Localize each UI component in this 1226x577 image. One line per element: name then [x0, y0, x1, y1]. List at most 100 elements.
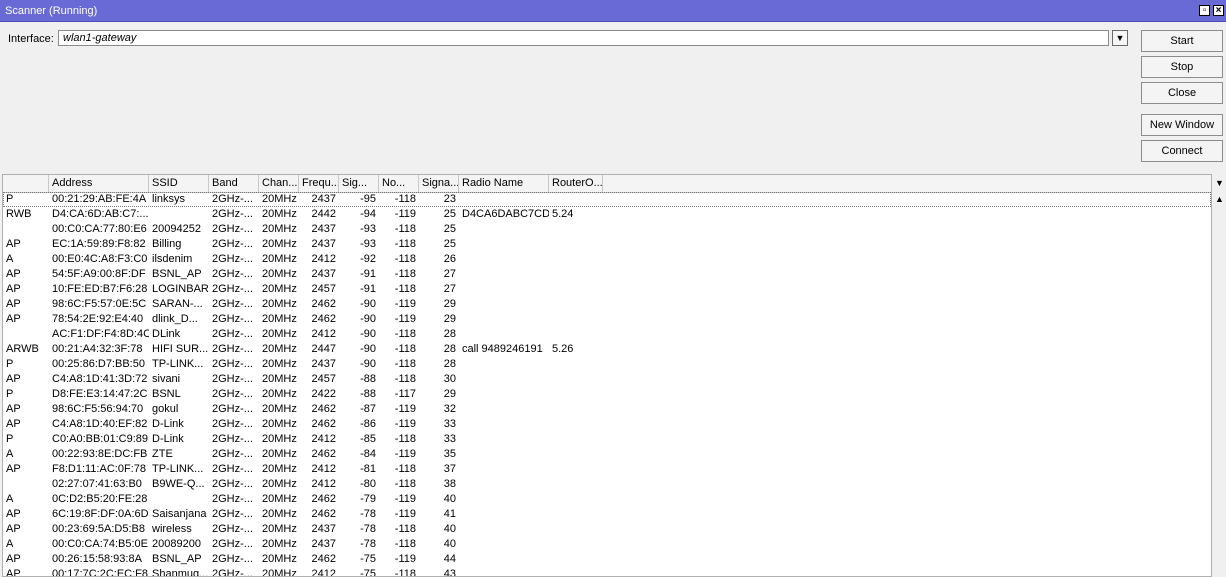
- column-header-band[interactable]: Band: [209, 175, 259, 192]
- cell-channel-width: 20MHz: [262, 268, 297, 280]
- dropdown-arrow-icon[interactable]: ▼: [1112, 30, 1128, 46]
- cell-flags: RWB: [6, 208, 32, 220]
- cell-signal-to-noise: 41: [443, 508, 456, 520]
- cell-channel-width: 20MHz: [262, 373, 297, 385]
- cell-signal-strength: -75: [360, 553, 376, 565]
- cell-radio-name: D4CA6DABC7CD: [462, 208, 549, 220]
- table-row[interactable]: AP F8:D1:11:AC:0F:78 TP-LINK... 2GHz-... 20M…: [3, 462, 1211, 477]
- column-header-ssid[interactable]: SSID: [149, 175, 209, 192]
- cell-band: 2GHz-...: [212, 418, 253, 430]
- table-row[interactable]: AP 98:6C:F5:57:0E:5C SARAN-... 2GHz-... 20MH…: [3, 297, 1211, 312]
- table-row[interactable]: ARWB 00:21:A4:32:3F:78 HIFI SUR... 2GHz-...…: [3, 342, 1211, 357]
- cell-ssid: dlink_D...: [152, 313, 198, 325]
- cell-router-os: [549, 357, 603, 372]
- cell-signal-to-noise: 29: [443, 388, 456, 400]
- cell-router-os: [549, 462, 603, 477]
- cell-band: 2GHz-...: [212, 433, 253, 445]
- table-row[interactable]: A 00:C0:CA:74:B5:0E 20089200 2GHz-... 20MHz 2…: [3, 537, 1211, 552]
- table-row[interactable]: P D8:FE:E3:14:47:2C BSNL 2GHz-... 20MHz 2422 -…: [3, 387, 1211, 402]
- cell-flags: P: [6, 388, 14, 400]
- table-row[interactable]: AP 54:5F:A9:00:8F:DF BSNL_AP 2GHz-... 20MHz 2…: [3, 267, 1211, 282]
- cell-address: 78:54:2E:92:E4:40: [52, 313, 144, 325]
- cell-flags: AP: [6, 298, 21, 310]
- scroll-up-icon[interactable]: ▲: [1215, 194, 1224, 204]
- table-row[interactable]: AP 00:26:15:58:93:8A BSNL_AP 2GHz-... 20MHz 2…: [3, 552, 1211, 567]
- column-header-noise-floor[interactable]: No...: [379, 175, 419, 192]
- cell-signal-strength: -86: [360, 418, 376, 430]
- table-row[interactable]: AP EC:1A:59:89:F8:82 Billing 2GHz-... 20MHz 2…: [3, 237, 1211, 252]
- column-header-frequency[interactable]: Frequ...: [299, 175, 339, 192]
- cell-signal-strength: -93: [360, 238, 376, 250]
- table-row[interactable]: A 00:22:93:8E:DC:FB ZTE 2GHz-... 20MHz 2462 -8…: [3, 447, 1211, 462]
- column-header-router-os[interactable]: RouterO...: [549, 175, 603, 192]
- cell-address: 10:FE:ED:B7:F6:28: [52, 283, 148, 295]
- cell-flags: P: [6, 358, 14, 370]
- table-row[interactable]: P 00:21:29:AB:FE:4A linksys 2GHz-... 20MHz 24…: [3, 192, 1211, 207]
- column-header-signal-strength[interactable]: Sig...: [339, 175, 379, 192]
- interface-select[interactable]: wlan1-gateway: [58, 30, 1109, 46]
- table-row[interactable]: AP 78:54:2E:92:E4:40 dlink_D... 2GHz-... 20M…: [3, 312, 1211, 327]
- table-row[interactable]: AP 00:17:7C:2C:EC:F8 Shanmug... 2GHz-... 20M…: [3, 567, 1211, 576]
- cell-signal-to-noise: 25: [443, 208, 456, 220]
- cell-channel-width: 20MHz: [262, 448, 297, 460]
- table-row[interactable]: AP C4:A8:1D:41:3D:72 sivani 2GHz-... 20MHz 24…: [3, 372, 1211, 387]
- cell-flags: A: [6, 253, 14, 265]
- column-header-channel-width[interactable]: Chan...: [259, 175, 299, 192]
- cell-address: C0:A0:BB:01:C9:89: [52, 433, 149, 445]
- cell-channel-width: 20MHz: [262, 388, 297, 400]
- cell-frequency: 2437: [311, 223, 336, 235]
- table-row[interactable]: AP 98:6C:F5:56:94:70 gokul 2GHz-... 20MHz 246…: [3, 402, 1211, 417]
- table-row[interactable]: P C0:A0:BB:01:C9:89 D-Link 2GHz-... 20MHz 241…: [3, 432, 1211, 447]
- cell-flags: AP: [6, 508, 21, 520]
- cell-noise-floor: -117: [394, 388, 416, 400]
- cell-router-os: [549, 222, 603, 237]
- close-icon[interactable]: ×: [1213, 5, 1224, 16]
- close-button[interactable]: Close: [1141, 82, 1223, 104]
- cell-address: 6C:19:8F:DF:0A:6D: [52, 508, 149, 520]
- column-header-radio-name[interactable]: Radio Name: [459, 175, 549, 192]
- cell-radio-name: [459, 567, 549, 576]
- table-row[interactable]: P 00:25:86:D7:BB:50 TP-LINK... 2GHz-... 20MH…: [3, 357, 1211, 372]
- start-button[interactable]: Start: [1141, 30, 1223, 52]
- table-row[interactable]: A 00:E0:4C:A8:F3:C0 ilsdenim 2GHz-... 20MHz 2…: [3, 252, 1211, 267]
- cell-frequency: 2412: [311, 253, 336, 265]
- table-row[interactable]: AP C4:A8:1D:40:EF:82 D-Link 2GHz-... 20MHz 24…: [3, 417, 1211, 432]
- cell-band: 2GHz-...: [212, 238, 253, 250]
- cell-radio-name: [459, 327, 549, 342]
- connect-button[interactable]: Connect: [1141, 140, 1223, 162]
- cell-signal-strength: -93: [360, 223, 376, 235]
- cell-frequency: 2457: [311, 283, 336, 295]
- cell-address: 54:5F:A9:00:8F:DF: [52, 268, 146, 280]
- column-header-signal-to-noise[interactable]: Signa...: [419, 175, 459, 192]
- cell-frequency: 2437: [311, 193, 336, 205]
- table-row[interactable]: 00:C0:CA:77:80:E6 20094252 2GHz-... 20MHz 24…: [3, 222, 1211, 237]
- cell-radio-name: [459, 192, 549, 207]
- table-row[interactable]: AP 10:FE:ED:B7:F6:28 LOGINBAR 2GHz-... 20MHz…: [3, 282, 1211, 297]
- table-row[interactable]: AC:F1:DF:F4:8D:4C DLink 2GHz-... 20MHz 2412 -…: [3, 327, 1211, 342]
- cell-channel-width: 20MHz: [262, 463, 297, 475]
- cell-radio-name: [459, 447, 549, 462]
- column-header-flags[interactable]: [3, 175, 49, 192]
- table-row[interactable]: AP 6C:19:8F:DF:0A:6D Saisanjana 2GHz-... 20M…: [3, 507, 1211, 522]
- vertical-scrollbar[interactable]: ▼ ▲: [1213, 174, 1226, 577]
- cell-band: 2GHz-...: [212, 508, 253, 520]
- scan-results-table[interactable]: Address SSID Band Chan... Frequ... Sig... No..…: [2, 174, 1212, 577]
- table-row[interactable]: AP 00:23:69:5A:D5:B8 wireless 2GHz-... 20MHz…: [3, 522, 1211, 537]
- cell-radio-name: [459, 357, 549, 372]
- cell-ssid: 20089200: [152, 538, 201, 550]
- cell-radio-name: [459, 387, 549, 402]
- stop-button[interactable]: Stop: [1141, 56, 1223, 78]
- column-header-address[interactable]: Address: [49, 175, 149, 192]
- cell-router-os: [549, 552, 603, 567]
- new-window-button[interactable]: New Window: [1141, 114, 1223, 136]
- cell-radio-name: [459, 477, 549, 492]
- scroll-menu-icon[interactable]: ▼: [1215, 178, 1224, 188]
- cell-frequency: 2462: [311, 448, 336, 460]
- restore-icon[interactable]: ▫: [1199, 5, 1210, 16]
- cell-signal-strength: -90: [360, 298, 376, 310]
- table-row[interactable]: A 0C:D2:B5:20:FE:28 2GHz-... 20MHz 2462 -79 -1…: [3, 492, 1211, 507]
- cell-router-os: [549, 282, 603, 297]
- cell-flags: AP: [6, 403, 21, 415]
- table-row[interactable]: RWB D4:CA:6D:AB:C7:... 2GHz-... 20MHz 2442 -9…: [3, 207, 1211, 222]
- table-row[interactable]: 02:27:07:41:63:B0 B9WE-Q... 2GHz-... 20MHz 2…: [3, 477, 1211, 492]
